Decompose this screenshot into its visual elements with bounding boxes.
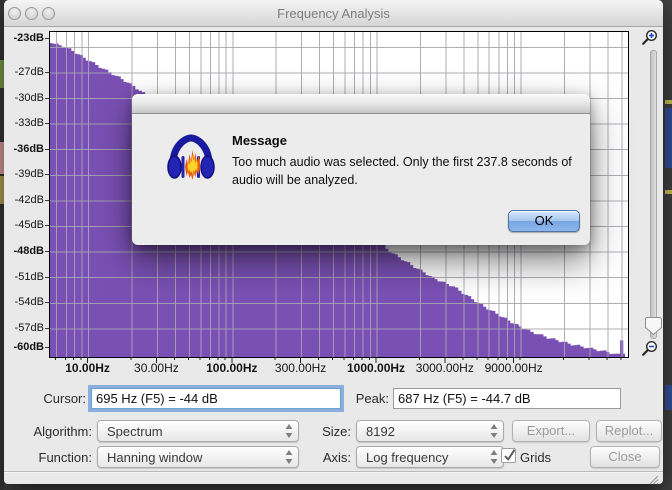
algorithm-label: Algorithm: — [33, 424, 92, 439]
window-titlebar[interactable]: Frequency Analysis — [4, 0, 663, 27]
x-axis-label: 1000.00Hz — [346, 361, 406, 375]
dialog-message-line2: audio will be analyzed. — [232, 173, 358, 188]
x-axis-label: 300.00Hz — [274, 361, 327, 375]
ok-button[interactable]: OK — [508, 210, 580, 232]
y-axis-label: -27dB — [14, 65, 44, 78]
peak-input[interactable] — [393, 388, 621, 409]
axis-select[interactable]: Log frequency — [356, 446, 504, 468]
grids-checkbox[interactable] — [501, 448, 516, 463]
cursor-input[interactable] — [91, 388, 341, 409]
y-axis-label: -30dB — [14, 91, 44, 104]
x-axis-label: 3000.00Hz — [415, 361, 474, 375]
background-fragment — [665, 190, 672, 194]
dialog-message: Too much audio was selected. Only the fi… — [232, 153, 572, 189]
y-axis-label: -23dB — [13, 31, 44, 44]
stepper-icon — [285, 424, 293, 438]
window-title: Frequency Analysis — [277, 6, 390, 21]
message-dialog: Message Too much audio was selected. Onl… — [132, 94, 590, 245]
y-axis-label: -39dB — [14, 168, 44, 181]
algorithm-select[interactable]: Spectrum — [97, 420, 299, 442]
close-button-dialog-footer[interactable]: Close — [590, 446, 660, 468]
y-axis-label: -45dB — [14, 219, 44, 232]
background — [663, 0, 672, 490]
x-axis-label: 10.00Hz — [65, 361, 110, 375]
audacity-logo-icon — [167, 134, 215, 180]
zoom-out-icon[interactable] — [641, 340, 659, 358]
background-fragment — [665, 385, 672, 410]
x-axis-label: 30.00Hz — [134, 361, 179, 375]
size-select[interactable]: 8192 — [356, 420, 504, 442]
stepper-icon — [490, 450, 498, 464]
axis-label: Axis: — [322, 450, 351, 465]
y-axis-label: -54dB — [14, 296, 44, 309]
background-fragment — [665, 108, 672, 168]
zoom-slider-thumb[interactable] — [644, 316, 663, 336]
y-axis-label: -33dB — [14, 117, 44, 130]
background-fragment — [665, 100, 672, 104]
export-button[interactable]: Export... — [512, 420, 590, 442]
resize-grip[interactable] — [647, 473, 659, 485]
dialog-message-line1: Too much audio was selected. Only the fi… — [232, 155, 572, 169]
y-axis-label: -48dB — [13, 245, 44, 258]
y-axis-label: -42dB — [14, 193, 44, 206]
check-icon — [504, 449, 516, 462]
size-value: 8192 — [366, 424, 395, 439]
dialog-titlebar[interactable] — [132, 94, 590, 114]
x-axis-label: 100.00Hz — [206, 361, 258, 375]
y-axis-label: -51dB — [14, 270, 44, 283]
replot-button[interactable]: Replot... — [596, 420, 662, 442]
stepper-icon — [490, 424, 498, 438]
y-axis-label: -60dB — [13, 341, 44, 353]
x-axis-label: 9000.00Hz — [484, 361, 543, 375]
y-axis-label: -36dB — [13, 142, 44, 155]
dialog-heading: Message — [232, 133, 287, 148]
size-label: Size: — [322, 424, 351, 439]
cursor-label: Cursor: — [43, 391, 86, 406]
y-axis-label: -57dB — [14, 321, 44, 334]
grids-label: Grids — [520, 450, 552, 465]
stepper-icon — [285, 450, 293, 464]
algorithm-value: Spectrum — [107, 424, 163, 439]
divider — [4, 471, 663, 472]
function-value: Hanning window — [107, 450, 203, 465]
vertical-zoom-slider[interactable] — [650, 50, 657, 339]
function-select[interactable]: Hanning window — [97, 446, 299, 468]
axis-value: Log frequency — [366, 450, 449, 465]
zoom-in-icon[interactable] — [641, 29, 659, 47]
function-label: Function: — [38, 450, 92, 465]
peak-label: Peak: — [355, 391, 389, 406]
